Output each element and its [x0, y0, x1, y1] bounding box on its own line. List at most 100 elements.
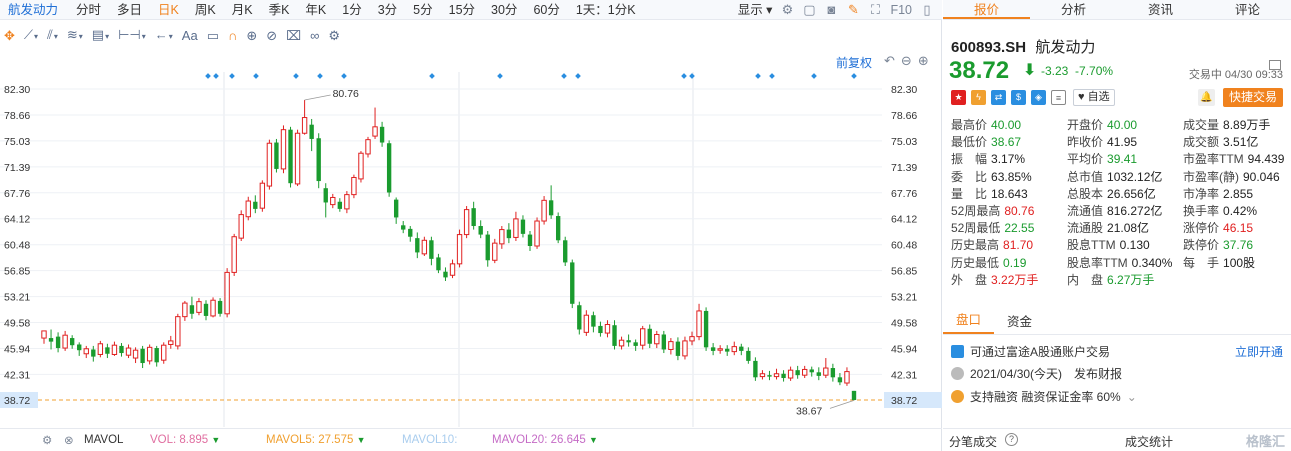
tick-trades-label[interactable]: 分笔成交	[949, 433, 997, 450]
tab-period[interactable]: 年K	[297, 0, 334, 20]
candle-body	[309, 124, 314, 139]
y-tick-label: 67.76	[4, 188, 30, 200]
crosshair-icon[interactable]: ✥	[4, 28, 15, 44]
candle-body	[654, 333, 660, 345]
fib-tool-icon[interactable]: ▤▾	[92, 27, 109, 45]
candle-body	[344, 194, 350, 210]
quote-tab[interactable]: 评论	[1204, 0, 1291, 19]
tab-period[interactable]: 多日	[109, 0, 150, 20]
tab-period[interactable]: 季K	[261, 0, 298, 20]
candle-body	[421, 239, 428, 255]
lightning-icon[interactable]: ϟ	[971, 90, 986, 105]
y-tick-label: 53.21	[4, 292, 30, 304]
fullscreen-icon[interactable]: ⛶	[868, 2, 882, 17]
note-icon[interactable]: ≡	[1051, 90, 1066, 105]
info-row-trade: 可通过富途A股通账户交易	[951, 343, 1110, 360]
connect-icon[interactable]: ⇄	[991, 90, 1006, 105]
channel-tool-icon[interactable]: ⫽▾	[47, 27, 58, 45]
square-icon[interactable]: ▢	[802, 2, 816, 17]
candle-body	[802, 368, 808, 376]
chevron-down-icon[interactable]: ⌄	[1127, 390, 1137, 404]
display-menu[interactable]: 显示 ▾	[738, 0, 773, 20]
quote-stats: 最高价 40.00 开盘价 40.00 成交量 8.89万手 最低价 38.67 昨收价 41.9…	[951, 117, 1285, 289]
open-account-link[interactable]: 立即开通	[1235, 343, 1283, 360]
gear-icon[interactable]: ⚙	[780, 2, 794, 17]
kline-chart[interactable]: 82.30 82.30 78.66 78.66 75.03 75.03 71.39 71.39…	[0, 52, 942, 427]
tab-symbol[interactable]: 航发动力	[0, 0, 68, 20]
tab-period[interactable]: 3分	[370, 0, 405, 20]
tab-period[interactable]: 周K	[187, 0, 224, 20]
candle-body	[182, 302, 188, 318]
text-tool-icon[interactable]: Aa	[182, 28, 198, 44]
candle-body	[210, 299, 216, 317]
bell-icon[interactable]: 🔔	[1198, 89, 1215, 106]
camera-icon[interactable]: ◙	[824, 2, 838, 17]
candle-body	[217, 300, 223, 314]
candle-body	[471, 208, 476, 227]
event-marker	[253, 73, 259, 79]
tab-period[interactable]: 1分	[334, 0, 369, 20]
low-pointer	[829, 399, 855, 409]
mavol5-value: MAVOL5: 27.575 ▼	[266, 434, 366, 446]
candle-body	[203, 303, 209, 316]
help-icon[interactable]: ?	[1005, 433, 1018, 446]
candle-body	[436, 257, 441, 271]
candle-body	[527, 234, 533, 246]
quick-trade-button[interactable]: 快捷交易	[1222, 88, 1283, 107]
tab-period[interactable]: 分时	[68, 0, 109, 20]
tab-period[interactable]: 15分	[441, 0, 483, 20]
candle-body	[358, 152, 364, 180]
quote-tab[interactable]: 资讯	[1117, 0, 1204, 19]
candle-body	[415, 238, 420, 253]
candle-body	[513, 218, 519, 238]
tab-period[interactable]: 60分	[525, 0, 567, 20]
tab-period[interactable]: 日K	[150, 0, 187, 20]
arrow-tool-icon[interactable]: ←▾	[155, 27, 173, 45]
high-pointer	[304, 94, 331, 101]
tag-icon[interactable]: ◈	[1031, 90, 1046, 105]
hide-icon[interactable]: ⊘	[266, 28, 277, 44]
candle-body	[323, 188, 328, 203]
candle-body	[499, 229, 505, 245]
tab-period[interactable]: 30分	[483, 0, 525, 20]
candle-body	[463, 209, 470, 236]
y-tick-label: 82.30	[891, 84, 917, 96]
close-icon[interactable]: ⊗	[64, 433, 74, 447]
wave-tool-icon[interactable]: ≋▾	[67, 27, 83, 45]
magnet-icon[interactable]: ∩	[228, 28, 237, 44]
quote-tab[interactable]: 报价	[943, 0, 1030, 19]
pencil-icon[interactable]: ✎	[846, 2, 860, 17]
lock-icon[interactable]: ⊕	[246, 28, 257, 44]
event-marker	[341, 73, 347, 79]
gear-icon[interactable]: ⚙	[42, 433, 52, 447]
f10-button[interactable]: F10	[890, 0, 912, 20]
settings-icon[interactable]: ⚙	[328, 28, 340, 44]
candle-body	[154, 348, 159, 363]
range-tool-icon[interactable]: ⊢⊣▾	[118, 27, 146, 45]
candle-body	[633, 342, 638, 346]
tab-period[interactable]: 1天：1分K	[568, 0, 644, 20]
candle-body	[795, 370, 800, 376]
trade-stats-label[interactable]: 成交统计	[1125, 433, 1173, 450]
candle-body	[618, 339, 625, 347]
add-watchlist-button[interactable]: ♥ 自选	[1073, 89, 1115, 106]
section-tab[interactable]: 盘口	[943, 309, 995, 334]
tab-period[interactable]: 5分	[405, 0, 440, 20]
link-icon[interactable]: ∞	[310, 28, 319, 44]
dollar-icon[interactable]: $	[1011, 90, 1026, 105]
quote-tab[interactable]: 分析	[1030, 0, 1117, 19]
candle-body	[703, 310, 709, 348]
candle-body	[161, 344, 167, 361]
candle-body	[337, 201, 343, 209]
comment-icon[interactable]: ▭	[207, 28, 219, 44]
trash-icon[interactable]: ⌧	[286, 28, 301, 44]
section-tab[interactable]: 资金	[994, 311, 1045, 334]
y-tick-label: 78.66	[891, 110, 917, 122]
line-tool-icon[interactable]: ⟋▾	[24, 27, 38, 45]
period-toolbar: 航发动力 分时 多日 日K 周K 月K 季K 年K 1分 3分 5分 15分 30分 60分 1天：1分K…	[0, 0, 942, 20]
mavol-label[interactable]: MAVOL	[84, 434, 123, 446]
drawing-toolbar: ✥ ⟋▾ ⫽▾ ≋▾ ▤▾ ⊢⊣▾ ←▾ Aa ▭ ∩ ⊕ ⊘ ⌧ ∞ ⚙	[0, 21, 942, 51]
tab-period[interactable]: 月K	[224, 0, 261, 20]
panel-toggle-icon[interactable]: ▯	[920, 2, 934, 17]
candle-body	[274, 142, 279, 169]
